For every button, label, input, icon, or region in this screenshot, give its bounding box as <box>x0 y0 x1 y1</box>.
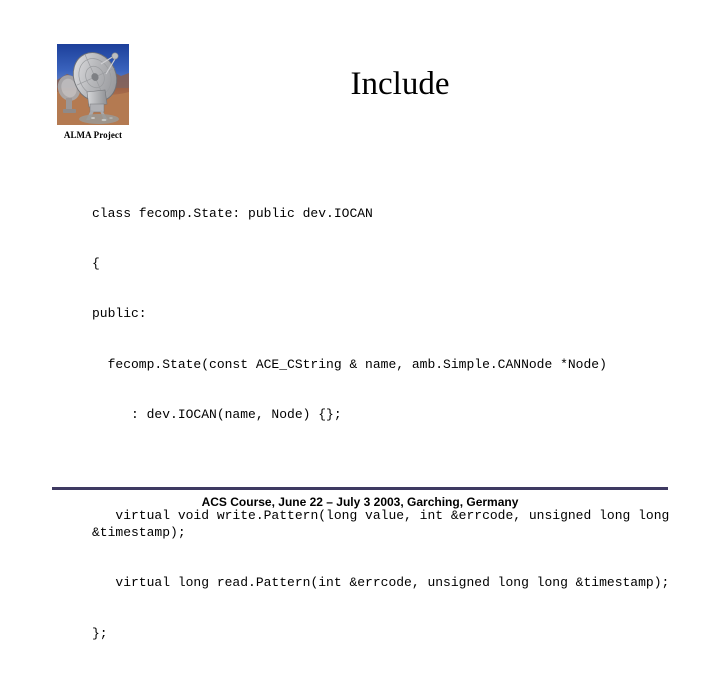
slide-title: Include <box>350 66 450 102</box>
code-line: virtual long read.Pattern(int &errcode, … <box>92 575 670 591</box>
code-line: }; <box>92 625 108 641</box>
code-line: : dev.IOCAN(name, Node) {}; <box>92 407 342 423</box>
code-line: class fecomp.State: public dev.IOCAN <box>92 205 373 221</box>
code-line: virtual void write.Pattern(long value, i… <box>92 507 678 540</box>
code-line: fecomp.State(const ACE_CString & name, a… <box>92 356 607 372</box>
footer-divider <box>52 487 668 490</box>
alma-logo-block: ALMA Project <box>57 44 129 141</box>
alma-antenna-image <box>57 44 129 125</box>
code-line: { <box>92 255 100 271</box>
code-block: class fecomp.State: public dev.IOCAN { p… <box>92 172 717 676</box>
footer-text: ACS Course, June 22 – July 3 2003, Garch… <box>201 495 519 509</box>
alma-project-caption: ALMA Project <box>63 130 123 140</box>
alma-antenna-illustration <box>57 44 129 125</box>
slide-canvas: ALMA Project Include class fecomp.State:… <box>0 0 720 641</box>
code-line: public: <box>92 306 147 322</box>
